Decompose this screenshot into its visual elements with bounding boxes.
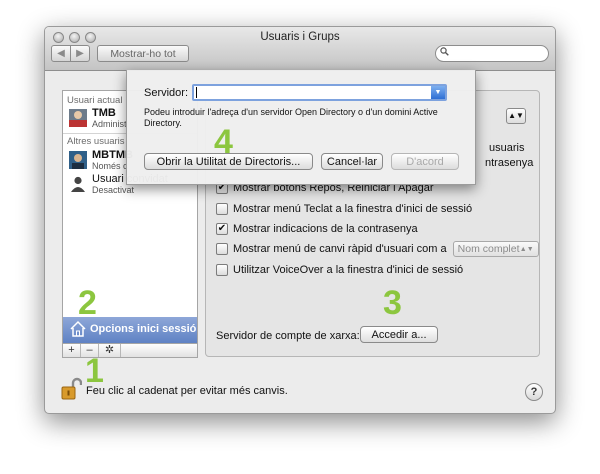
annotation-number-4: 4: [214, 123, 233, 161]
checkbox-fast-user-switching[interactable]: Mostrar menú de canvi ràpid d'usuari com…: [216, 241, 539, 257]
current-user-name: TMB: [92, 107, 116, 119]
forward-arrow-icon: ▶: [76, 48, 84, 59]
partial-option-text: ntrasenya: [485, 157, 534, 169]
server-combo-input[interactable]: ▼: [192, 84, 447, 101]
add-user-button[interactable]: +: [63, 344, 81, 357]
user-photo-avatar: [69, 151, 87, 169]
search-icon: [440, 47, 449, 59]
checkbox-show-password-hints[interactable]: ✔ Mostrar indicacions de la contrasenya: [216, 221, 418, 237]
text-caret: [196, 87, 197, 98]
cancel-button[interactable]: Cancel·lar: [321, 153, 383, 170]
show-all-button[interactable]: Mostrar-ho tot: [97, 45, 189, 62]
window-title: Usuaris i Grups: [260, 31, 340, 43]
checkbox-checked-icon: ✔: [216, 223, 228, 235]
search-field[interactable]: [435, 45, 549, 62]
sidebar-bottom-bar: + – ✲: [62, 343, 198, 358]
checkbox-show-input-menu[interactable]: Mostrar menú Teclat a la finestra d'inic…: [216, 201, 472, 217]
fast-switch-popup[interactable]: Nom complet ▲▼: [452, 241, 539, 257]
checkbox-unchecked-icon: [216, 203, 228, 215]
annotation-number-2: 2: [78, 284, 97, 322]
network-server-sheet: Servidor: ▼ Podeu introduir l'adreça d'u…: [126, 70, 476, 185]
current-user-header: Usuari actual: [67, 95, 123, 106]
user-role: Només c: [92, 161, 128, 171]
network-server-label: Servidor de compte de xarxa:: [216, 330, 360, 342]
checkbox-label: Mostrar indicacions de la contrasenya: [233, 223, 418, 235]
ok-button[interactable]: D'acord: [391, 153, 459, 170]
checkbox-label: Utilitzar VoiceOver a la finestra d'inic…: [233, 264, 464, 276]
dropdown-arrow-icon[interactable]: ▼: [431, 86, 445, 99]
lock-icon[interactable]: [60, 377, 83, 404]
user-role: Desactivat: [92, 185, 135, 195]
house-icon: [69, 320, 87, 341]
back-button[interactable]: ◀: [51, 45, 71, 62]
forward-button[interactable]: ▶: [70, 45, 90, 62]
title-bar: Usuaris i Grups ◀ ▶ Mostrar-ho tot: [45, 27, 555, 71]
partial-option-text: usuaris: [489, 142, 525, 154]
annotation-number-1: 1: [85, 352, 104, 390]
chevron-updown-icon: ▲▼: [508, 111, 524, 120]
help-button[interactable]: ?: [525, 383, 543, 401]
server-hint: Podeu introduir l'adreça d'un servidor O…: [144, 107, 438, 128]
chevron-updown-icon: ▲▼: [519, 245, 534, 253]
current-user-role: Administ: [92, 119, 127, 129]
auto-login-popup[interactable]: ▲▼: [506, 108, 526, 124]
back-arrow-icon: ◀: [57, 48, 65, 59]
checkbox-unchecked-icon: [216, 264, 228, 276]
lock-message: Feu clic al cadenat per evitar més canvi…: [86, 385, 288, 397]
checkbox-voiceover[interactable]: Utilitzar VoiceOver a la finestra d'inic…: [216, 262, 463, 278]
annotation-number-3: 3: [383, 284, 402, 322]
checkbox-unchecked-icon: [216, 243, 228, 255]
other-users-header: Altres usuaris: [67, 136, 125, 147]
guest-user-icon: [71, 176, 85, 192]
login-options-label: Opcions inici sessió: [90, 323, 197, 335]
join-network-button[interactable]: Accedir a...: [360, 326, 438, 343]
server-label: Servidor:: [144, 87, 189, 99]
checkbox-label: Mostrar menú de canvi ràpid d'usuari com…: [233, 243, 447, 255]
checkbox-label: Mostrar menú Teclat a la finestra d'inic…: [233, 203, 473, 215]
user-photo-avatar: [69, 109, 87, 127]
fast-switch-value: Nom complet: [457, 243, 520, 255]
